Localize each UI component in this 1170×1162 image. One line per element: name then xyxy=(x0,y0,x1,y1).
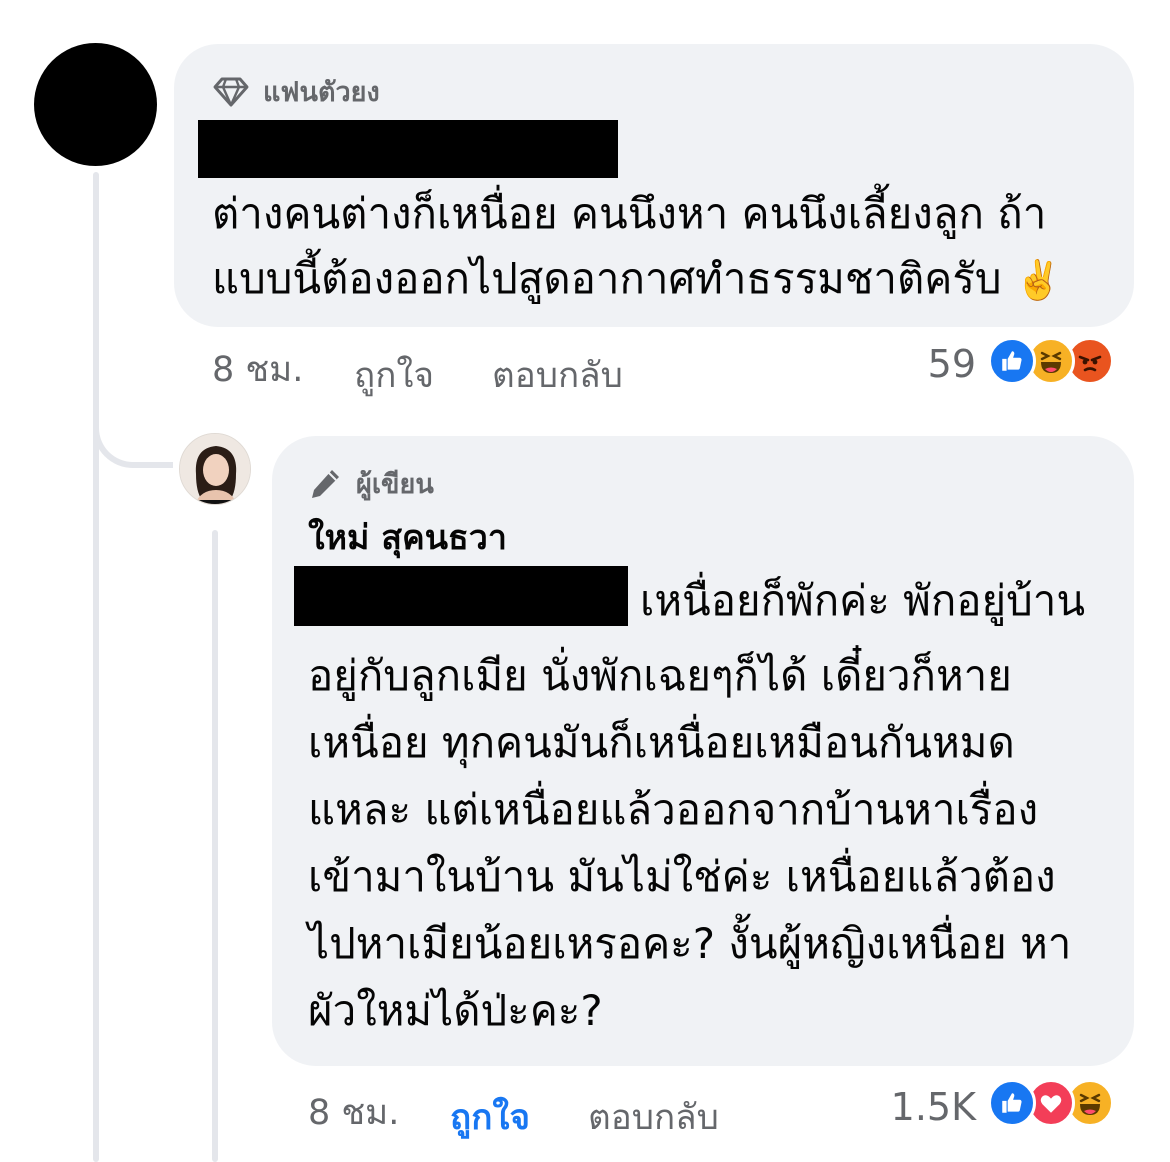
author-name[interactable]: ใหม่ สุคนธวา xyxy=(308,510,507,564)
thread-reply-connector xyxy=(93,380,173,468)
reply-thread-line xyxy=(212,530,218,1162)
comment-text-line: แบบนี้ต้องออกไปสูดอากาศทำธรรมชาติครับ ✌️ xyxy=(212,250,1062,309)
reply-text-line: เข้ามาในบ้าน มันไม่ใช่ค่ะ เหนื่อยแล้วต้อ… xyxy=(308,852,1056,901)
reply-text-line: ไปหาเมียน้อยเหรอคะ? งั้นผู้หญิงเหนื่อย ห… xyxy=(308,919,1072,968)
redacted-name xyxy=(294,566,628,626)
reaction-summary[interactable] xyxy=(988,337,1114,385)
victory-hand-emoji: ✌️ xyxy=(1014,258,1063,302)
reply-text-line: แหละ แต่เหนื่อยแล้วออกจากบ้านหาเรื่อง xyxy=(308,785,1039,834)
like-icon xyxy=(988,337,1036,385)
reply-text-line: เหนื่อย ทุกคนมันก็เหนื่อยเหมือนกันหมด xyxy=(308,718,1015,767)
redacted-name xyxy=(198,120,618,178)
reply-text: อยู่กับลูกเมีย นั่งพักเฉยๆก็ได้ เดี๋ยวก็… xyxy=(308,642,1071,1044)
badge-label: แฟนตัวยง xyxy=(263,77,380,108)
like-button[interactable]: ถูกใจ xyxy=(354,348,434,403)
badge-label: ผู้เขียน xyxy=(356,469,434,500)
reply-button[interactable]: ตอบกลับ xyxy=(588,1090,719,1145)
reaction-summary[interactable] xyxy=(988,1079,1114,1127)
commenter-avatar[interactable] xyxy=(34,43,157,166)
reply-timestamp[interactable]: 8 ชม. xyxy=(308,1085,399,1140)
comment-timestamp[interactable]: 8 ชม. xyxy=(212,342,303,397)
reply-text-line: เหนื่อยก็พักค่ะ พักอยู่บ้าน xyxy=(640,576,1086,625)
comment-text: แบบนี้ต้องออกไปสูดอากาศทำธรรมชาติครับ xyxy=(212,254,1002,303)
thread-line xyxy=(93,172,99,1162)
comment-text-line: ต่างคนต่างก็เหนื่อย คนนึงหา คนนึงเลี้ยงล… xyxy=(212,189,1047,238)
reply-text-line: ผัวใหม่ได้ป่ะคะ? xyxy=(308,986,603,1035)
diamond-icon xyxy=(213,76,249,108)
reaction-count[interactable]: 59 xyxy=(900,342,976,386)
author-avatar[interactable] xyxy=(179,433,251,505)
like-button[interactable]: ถูกใจ xyxy=(450,1090,530,1145)
like-icon xyxy=(988,1079,1036,1127)
reaction-count[interactable]: 1.5K xyxy=(870,1085,976,1129)
reply-text-line: อยู่กับลูกเมีย นั่งพักเฉยๆก็ได้ เดี๋ยวก็… xyxy=(308,651,1012,700)
fan-badge: แฟนตัวยง xyxy=(213,70,380,113)
pen-icon xyxy=(308,467,342,501)
author-badge: ผู้เขียน xyxy=(308,462,434,505)
reply-button[interactable]: ตอบกลับ xyxy=(492,348,623,403)
